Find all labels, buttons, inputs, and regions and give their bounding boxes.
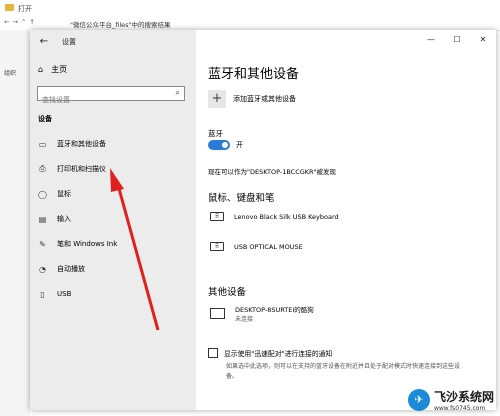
annotation-arrow-icon [110, 168, 160, 331]
arrow-shaft [116, 184, 160, 331]
watermark-logo-icon: ✈ [407, 389, 430, 411]
arrow-head [110, 168, 124, 192]
watermark-name: 飞沙系统网 [433, 390, 494, 404]
watermark-url: www.fs0745.com [433, 405, 486, 412]
watermark-text: 飞沙系统网 www.fs0745.com [434, 388, 494, 412]
watermark: ✈ 飞沙系统网 www.fs0745.com [407, 388, 494, 412]
